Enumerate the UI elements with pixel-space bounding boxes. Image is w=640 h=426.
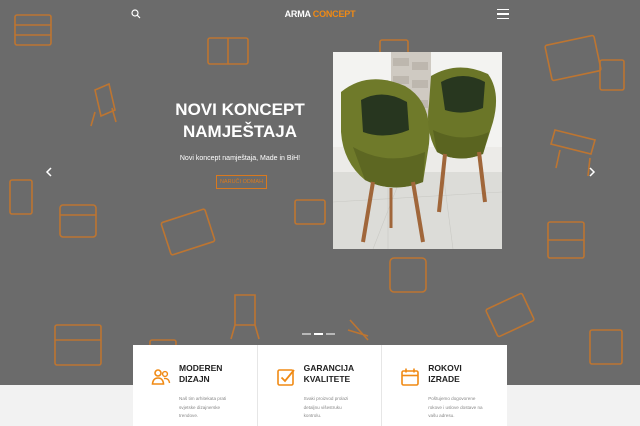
feature-text-line: Poštujemo dogovorene	[428, 396, 476, 401]
feature-text-line: trendove.	[179, 413, 199, 419]
slider-dot-1[interactable]	[302, 333, 311, 335]
feature-text-line: rokove i uslove dostave na	[428, 404, 483, 410]
features-panel: MODEREN DIZAJN Naš tim arhitekata prati …	[133, 345, 507, 426]
feature-production-deadlines: ROKOVI IZRADE Poštujemo dogovorene rokov…	[382, 345, 507, 426]
order-now-button[interactable]: NARUČI ODMAH	[216, 175, 267, 189]
feature-text-line: kontrolu.	[303, 413, 322, 419]
slider-dot-3[interactable]	[326, 333, 335, 335]
feature-title-line1: MODEREN	[179, 363, 223, 373]
feature-text-line: detaljnu višestruku	[303, 404, 342, 410]
brand-logo[interactable]: ARMA CONCEPT	[0, 9, 640, 19]
hero-title-line2: NAMJEŠTAJA	[183, 122, 297, 141]
feature-title: GARANCIJA KVALITETE	[304, 363, 355, 385]
feature-text-line: vašu adresu.	[428, 413, 455, 419]
feature-title-line2: DIZAJN	[179, 374, 210, 384]
hero-chairs-image	[333, 52, 502, 249]
feature-text-line: Svaki proizvod prolazi	[303, 396, 349, 401]
feature-title-line1: GARANCIJA	[303, 363, 355, 373]
feature-title-line2: IZRADE	[428, 374, 460, 384]
feature-title-line1: ROKOVI	[428, 363, 462, 373]
furniture-pattern-background	[9, 14, 625, 366]
slider-pagination	[302, 333, 335, 336]
checkbox-icon	[276, 369, 295, 386]
hero-section: ARMA CONCEPT NOVI KONCEPT NAMJEŠTAJA Nov…	[0, 0, 640, 385]
chevron-right-icon[interactable]	[587, 166, 597, 178]
feature-text-line: Naš tim arhitekata prati	[179, 396, 227, 401]
feature-description: Poštujemo dogovorene rokove i uslove dos…	[428, 395, 498, 421]
chevron-left-icon[interactable]	[44, 166, 54, 178]
users-icon	[151, 369, 171, 385]
feature-text-line: svjetske dizajnerske	[179, 404, 221, 410]
calendar-icon	[401, 368, 419, 386]
feature-title: ROKOVI IZRADE	[428, 363, 462, 385]
feature-title-line2: KVALITETE	[303, 374, 351, 384]
feature-description: Svaki proizvod prolazi detaljnu višestru…	[304, 395, 374, 421]
slider-dot-2[interactable]	[314, 333, 323, 335]
hero-title-line1: NOVI KONCEPT	[175, 100, 305, 119]
brand-name-part2: CONCEPT	[312, 9, 356, 19]
hero-title: NOVI KONCEPT NAMJEŠTAJA	[150, 99, 330, 143]
hamburger-menu-icon[interactable]	[497, 9, 509, 20]
brand-name-part1: ARMA	[284, 9, 311, 19]
feature-title: MODEREN DIZAJN	[179, 363, 222, 385]
feature-description: Naš tim arhitekata prati svjetske dizajn…	[179, 395, 249, 421]
feature-modern-design: MODEREN DIZAJN Naš tim arhitekata prati …	[133, 345, 258, 426]
feature-quality-guarantee: GARANCIJA KVALITETE Svaki proizvod prola…	[258, 345, 383, 426]
hero-subtitle: Novi koncept namještaja, Made in BiH!	[179, 155, 301, 162]
